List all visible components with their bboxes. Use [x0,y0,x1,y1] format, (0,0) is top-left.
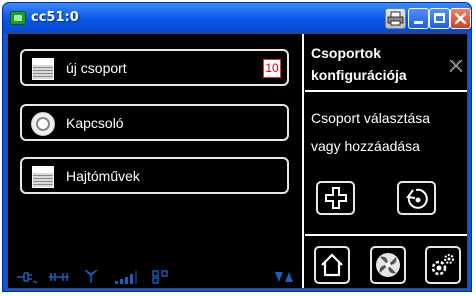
panel-rule-top [305,90,467,92]
group-label: új csoport [66,60,127,76]
minimize-icon [414,21,423,24]
group-item-uj-csoport[interactable]: új csoport 10 [20,49,289,86]
maximize-icon [434,13,445,23]
signal-bars-icon [115,271,137,284]
group-label: Hajtóművek [66,168,140,184]
window-title: cc51:0 [31,10,79,25]
pane-divider [302,34,304,288]
add-group-button[interactable] [316,181,355,215]
grid-icon [152,270,168,284]
panel-close-icon[interactable] [449,59,463,73]
status-bar [16,270,296,286]
antenna-icon [84,270,98,283]
maximize-button[interactable] [429,8,450,29]
printer-icon [387,11,404,26]
fan-icon [376,253,400,277]
app-window: cc51:0 új csoport 10 Kapcsoló Hajtóművek… [2,2,472,292]
blind-icon [32,58,54,80]
plug-icon [17,272,38,284]
panel-description: Csoport választása vagy hozzáadása [311,110,431,154]
group-item-kapcsolo[interactable]: Kapcsoló [20,104,289,141]
switch-icon [31,112,55,136]
network-icon [49,273,69,281]
sort-arrows-icon[interactable] [274,270,294,284]
back-icon [405,188,428,209]
group-label: Kapcsoló [66,115,124,131]
minimize-button[interactable] [408,8,429,29]
client-area: új csoport 10 Kapcsoló Hajtóművek Csopor… [7,33,468,289]
settings-group-button[interactable] [370,246,406,284]
panel-title: Csoportok konfigurációja [311,45,407,83]
home-button[interactable] [314,246,350,284]
count-badge: 10 [263,59,281,78]
title-bar[interactable]: cc51:0 [3,3,471,33]
group-item-hajtomuvek[interactable]: Hajtóművek [20,157,289,194]
blind-icon [32,166,54,188]
settings-button[interactable] [425,246,461,284]
plus-icon [324,187,347,209]
group-list: új csoport 10 Kapcsoló Hajtóművek [8,34,300,288]
config-panel: Csoportok konfigurációja Csoport választ… [305,34,467,288]
close-icon [454,12,467,25]
app-icon [10,11,26,25]
back-button[interactable] [397,181,436,215]
close-button[interactable] [450,8,471,29]
print-button[interactable] [385,8,406,29]
home-icon [321,253,343,277]
panel-rule-bottom [305,234,467,236]
gears-icon [431,254,454,276]
